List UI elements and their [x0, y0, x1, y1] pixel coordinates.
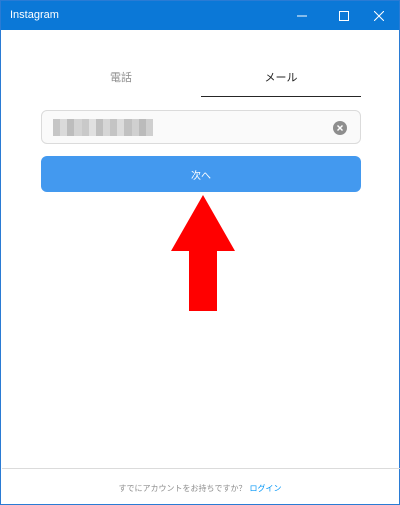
app-window: Instagram 電話 メール 次へ すでにアカウントをお持ちですか？ ログイ… — [0, 0, 400, 505]
x-icon — [337, 125, 343, 131]
tab-email[interactable]: メール — [201, 67, 361, 97]
red-arrow-up-icon — [171, 195, 235, 311]
clear-icon[interactable] — [333, 121, 347, 135]
title-bar[interactable]: Instagram — [1, 1, 399, 30]
close-icon — [374, 10, 384, 21]
minimize-icon — [297, 15, 307, 16]
login-link[interactable]: ログイン — [250, 484, 282, 493]
email-input[interactable] — [52, 111, 322, 143]
window-title: Instagram — [10, 9, 59, 21]
minimize-button[interactable] — [285, 1, 319, 30]
next-button[interactable]: 次へ — [41, 156, 361, 192]
footer-divider — [2, 468, 400, 469]
maximize-icon — [339, 10, 349, 21]
footer-prompt: すでにアカウントをお持ちですか？ — [118, 484, 247, 493]
email-field[interactable] — [41, 110, 361, 144]
maximize-button[interactable] — [327, 1, 361, 30]
close-button[interactable] — [362, 1, 396, 30]
tab-phone[interactable]: 電話 — [41, 67, 201, 97]
footer: すでにアカウントをお持ちですか？ ログイン — [1, 482, 399, 496]
login-method-tabs: 電話 メール — [41, 67, 361, 97]
